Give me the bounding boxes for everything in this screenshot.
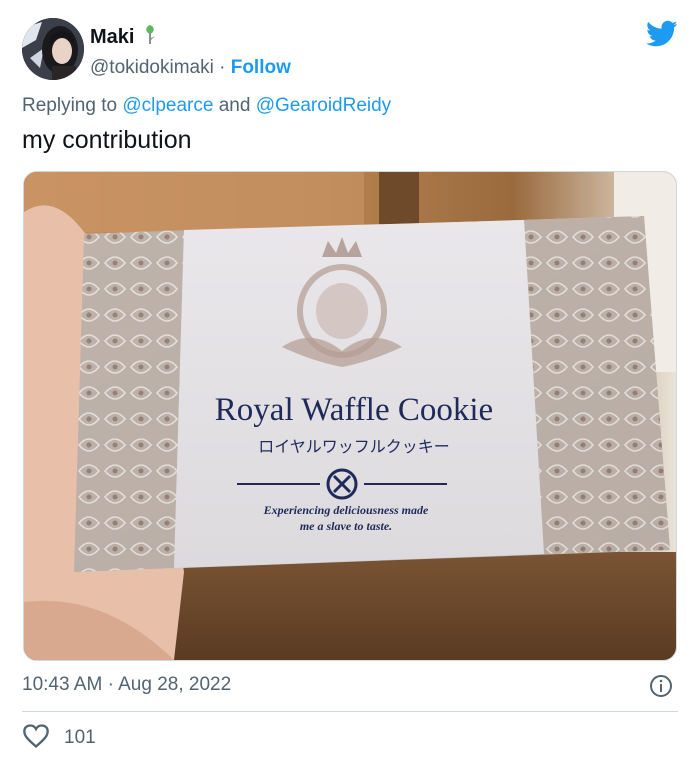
leaf-badge-icon xyxy=(143,23,157,50)
tweet-header: Maki @tokidokimaki · Follow xyxy=(22,18,678,80)
mention-gearoidreidy[interactable]: @GearoidReidy xyxy=(256,95,391,116)
package-subtitle: ロイヤルワッフルクッキー xyxy=(258,437,450,456)
like-count: 101 xyxy=(64,727,96,748)
heart-icon xyxy=(22,723,50,754)
tweet-timestamp[interactable]: 10:43 AM · Aug 28, 2022 xyxy=(22,674,231,696)
reply-prefix: Replying to xyxy=(22,95,118,116)
package-tagline-1: Experiencing deliciousness made xyxy=(263,503,429,517)
avatar[interactable] xyxy=(22,18,84,80)
tweet-photo[interactable]: Royal Waffle Cookie ロイヤルワッフルクッキー Experie… xyxy=(23,171,677,661)
like-button[interactable]: 101 xyxy=(22,723,96,754)
twitter-bird-icon[interactable] xyxy=(646,20,678,53)
package-tagline-2: me a slave to taste. xyxy=(300,519,392,533)
author-info: Maki @tokidokimaki · Follow xyxy=(90,23,291,80)
separator-dot: · xyxy=(219,57,226,78)
package-title: Royal Waffle Cookie xyxy=(215,392,493,428)
replying-to: Replying to @clpearce and @GearoidReidy xyxy=(22,95,391,117)
reply-and: and xyxy=(218,95,251,116)
date-separator: · xyxy=(107,674,114,695)
tweet-time: 10:43 AM xyxy=(22,674,103,695)
tweet-date: Aug 28, 2022 xyxy=(118,674,232,695)
divider xyxy=(22,711,678,712)
mention-clpearce[interactable]: @clpearce xyxy=(122,95,213,116)
info-icon[interactable] xyxy=(649,674,673,703)
tweet-text: my contribution xyxy=(22,126,192,154)
user-handle[interactable]: @tokidokimaki xyxy=(90,57,214,78)
display-name[interactable]: Maki xyxy=(90,25,134,49)
follow-button[interactable]: Follow xyxy=(231,57,291,78)
